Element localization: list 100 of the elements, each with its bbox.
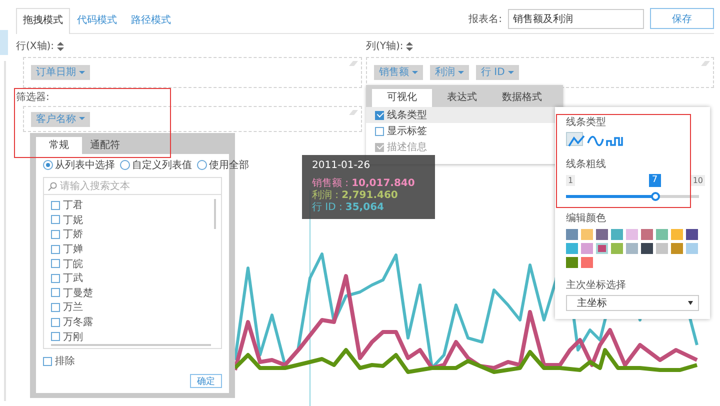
checkbox[interactable] (51, 288, 60, 298)
scrollbar[interactable] (214, 199, 216, 229)
list-item-label[interactable]: 万冬露 (63, 315, 93, 330)
color-swatch[interactable] (641, 243, 653, 254)
checkbox[interactable] (375, 126, 384, 136)
tooltip-label: 行 ID : (312, 201, 342, 214)
list-item-label[interactable]: 万刚 (63, 330, 83, 344)
color-swatch[interactable] (596, 243, 608, 254)
tooltip-value: 35,064 (345, 202, 384, 212)
value-badge: 7 (648, 174, 661, 187)
option-row[interactable]: 显示标签 (366, 123, 563, 139)
slider-min-label: 1 (566, 175, 576, 186)
color-swatch[interactable] (611, 229, 623, 240)
list-item-label[interactable]: 丁娇 (63, 227, 83, 242)
popup-tab[interactable]: 表达式 (432, 89, 492, 107)
color-swatch[interactable] (566, 229, 578, 240)
checkbox[interactable] (51, 332, 60, 342)
option-label: 线条类型 (387, 108, 427, 122)
checkbox[interactable] (375, 110, 384, 120)
color-swatch[interactable] (671, 229, 683, 240)
save-button[interactable]: 保存 (650, 8, 714, 29)
option-label: 线条粗线 (566, 158, 607, 169)
tooltip-label: 销售额 : (312, 176, 349, 190)
section-label: 列(Y轴): (366, 40, 404, 53)
sort-icon[interactable] (406, 42, 414, 50)
eraser-icon[interactable] (349, 109, 358, 115)
slider-max-label: 10 (690, 175, 705, 186)
color-swatch[interactable] (626, 229, 638, 240)
color-swatch[interactable] (581, 243, 593, 254)
radio-label[interactable]: 自定义列表值 (132, 158, 192, 172)
checkbox[interactable] (51, 259, 60, 268)
list-item-label[interactable]: 丁妮 (63, 212, 83, 227)
checkbox[interactable] (51, 318, 60, 327)
eraser-icon[interactable] (701, 60, 710, 66)
color-swatch[interactable] (626, 243, 638, 254)
polyline-icon (568, 134, 585, 148)
tooltip-value: 2,791.460 (342, 190, 398, 200)
mode-tab[interactable]: 路径模式 (124, 8, 178, 33)
popup-tab[interactable]: 通配符 (82, 137, 128, 154)
color-swatch[interactable] (596, 229, 608, 240)
option-label: 编辑颜色 (566, 212, 607, 223)
tooltip-label: 利润 : (312, 188, 339, 202)
popup-tab[interactable]: 常规 (36, 137, 82, 154)
list-item-label[interactable]: 丁曼楚 (63, 286, 93, 300)
line-type-button[interactable] (566, 132, 583, 146)
popup-tab[interactable]: 数据格式 (492, 89, 552, 107)
tooltip-date: 2011-01-26 (312, 160, 372, 171)
section-label: 筛选器: (16, 90, 50, 104)
curve-icon (587, 134, 604, 148)
color-swatch[interactable] (566, 243, 578, 254)
eraser-icon[interactable] (349, 60, 358, 66)
slider-thumb[interactable] (650, 192, 660, 201)
color-swatch[interactable] (581, 257, 593, 268)
color-swatch[interactable] (671, 243, 683, 254)
radio-button[interactable] (120, 160, 130, 170)
checkbox[interactable] (51, 302, 60, 312)
search-field[interactable]: 请输入搜索文本 (43, 177, 222, 195)
option-label: 主次坐标选择 (566, 278, 627, 290)
scrollbar[interactable] (51, 344, 211, 346)
mode-tab[interactable]: 代码模式 (70, 8, 124, 33)
caret-icon (688, 301, 693, 305)
step-icon (606, 134, 623, 148)
color-swatch[interactable] (641, 229, 653, 240)
radio-label[interactable]: 使用全部 (209, 158, 249, 172)
section-label: 行(X轴): (16, 40, 54, 53)
radio-button[interactable] (43, 160, 53, 170)
checkbox[interactable] (51, 200, 60, 210)
radio-label[interactable]: 从列表中选择 (55, 158, 115, 172)
color-swatch[interactable] (686, 243, 698, 254)
checkbox[interactable] (43, 356, 52, 366)
list-item-label[interactable]: 丁皖 (63, 256, 83, 271)
popup-tab[interactable]: 可视化 (372, 89, 432, 107)
checkbox-label[interactable]: 排除 (55, 354, 75, 368)
report-name-field[interactable]: 销售额及利润 (508, 8, 644, 28)
tooltip-value: 10,017.840 (352, 178, 415, 188)
list-item-label[interactable]: 丁婵 (63, 242, 83, 256)
color-swatch[interactable] (581, 229, 593, 240)
slider-track[interactable] (566, 195, 699, 198)
field-label: 报表名: (468, 12, 502, 26)
color-swatch[interactable] (656, 229, 668, 240)
checkbox[interactable] (51, 274, 60, 283)
checkbox[interactable] (51, 215, 60, 224)
color-swatch[interactable] (566, 257, 578, 268)
checkbox[interactable] (51, 244, 60, 254)
list-item-label[interactable]: 丁武 (63, 271, 83, 286)
mode-tab[interactable]: 拖拽模式 (16, 8, 70, 34)
option-label: 描述信息 (387, 140, 427, 154)
sort-icon[interactable] (57, 42, 64, 50)
checkbox[interactable] (51, 230, 60, 239)
color-swatch[interactable] (656, 243, 668, 254)
list-item-label[interactable]: 丁君 (63, 198, 83, 212)
color-swatch[interactable] (686, 229, 698, 240)
list-item-label[interactable]: 万兰 (63, 300, 83, 314)
ok-button[interactable]: 确定 (190, 374, 222, 388)
side-tab[interactable] (0, 30, 8, 55)
color-swatch[interactable] (611, 243, 623, 254)
axis-select[interactable]: 主坐标 (566, 295, 699, 311)
option-label: 线条类型 (566, 116, 607, 127)
option-label: 显示标签 (387, 124, 427, 138)
radio-button[interactable] (197, 160, 207, 170)
